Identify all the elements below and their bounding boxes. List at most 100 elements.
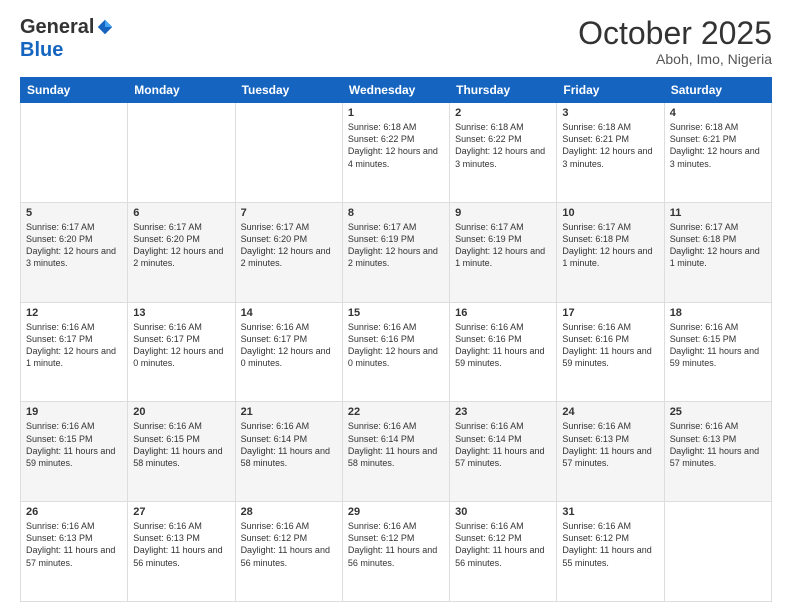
day-number: 7 xyxy=(241,207,337,219)
page: General Blue October 2025 Aboh, Imo, Nig… xyxy=(0,0,792,612)
logo-general: General xyxy=(20,16,94,39)
table-row: 31Sunrise: 6:16 AM Sunset: 6:12 PM Dayli… xyxy=(557,502,664,602)
table-row: 17 Sunrise: 6:16 AM Sunset: 6:16 PM Dayli… xyxy=(557,302,664,402)
day-number: 19 xyxy=(26,406,122,418)
day-number: 16 xyxy=(455,307,551,319)
day-number: 27 xyxy=(133,506,229,518)
table-row: 24 Sunrise: 6:16 AM Sunset: 6:13 PM Dayli… xyxy=(557,402,664,502)
day-info: Sunrise: 6:16 AM Sunset: 6:13 PM Dayligh… xyxy=(133,520,229,569)
day-number: 4 xyxy=(670,107,766,119)
table-row xyxy=(128,103,235,203)
day-info: Sunrise: 6:17 AM Sunset: 6:18 PM Dayligh… xyxy=(562,221,658,270)
day-info: Sunrise: 6:16 AM Sunset: 6:13 PM Dayligh… xyxy=(26,520,122,569)
table-row: 21Sunrise: 6:16 AM Sunset: 6:14 PM Dayli… xyxy=(235,402,342,502)
day-info: Sunrise: 6:17 AM Sunset: 6:18 PM Dayligh… xyxy=(670,221,766,270)
calendar-week-row: 26Sunrise: 6:16 AM Sunset: 6:13 PM Dayli… xyxy=(21,502,772,602)
day-info: Sunrise: 6:16 AM Sunset: 6:13 PM Dayligh… xyxy=(562,420,658,469)
day-number: 9 xyxy=(455,207,551,219)
col-wednesday: Wednesday xyxy=(342,78,449,103)
table-row: 1Sunrise: 6:18 AM Sunset: 6:22 PM Daylig… xyxy=(342,103,449,203)
day-number: 17 xyxy=(562,307,658,319)
day-info: Sunrise: 6:16 AM Sunset: 6:17 PM Dayligh… xyxy=(241,321,337,370)
col-saturday: Saturday xyxy=(664,78,771,103)
table-row xyxy=(21,103,128,203)
day-info: Sunrise: 6:16 AM Sunset: 6:15 PM Dayligh… xyxy=(26,420,122,469)
day-number: 23 xyxy=(455,406,551,418)
col-monday: Monday xyxy=(128,78,235,103)
calendar-table: Sunday Monday Tuesday Wednesday Thursday… xyxy=(20,77,772,602)
day-number: 8 xyxy=(348,207,444,219)
logo-blue-text: Blue xyxy=(20,39,63,61)
col-thursday: Thursday xyxy=(450,78,557,103)
day-number: 5 xyxy=(26,207,122,219)
day-info: Sunrise: 6:17 AM Sunset: 6:19 PM Dayligh… xyxy=(455,221,551,270)
location-subtitle: Aboh, Imo, Nigeria xyxy=(578,51,772,67)
day-number: 18 xyxy=(670,307,766,319)
day-info: Sunrise: 6:18 AM Sunset: 6:22 PM Dayligh… xyxy=(455,121,551,170)
table-row: 19 Sunrise: 6:16 AM Sunset: 6:15 PM Dayli… xyxy=(21,402,128,502)
table-row: 28 Sunrise: 6:16 AM Sunset: 6:12 PM Dayli… xyxy=(235,502,342,602)
day-number: 12 xyxy=(26,307,122,319)
day-info: Sunrise: 6:16 AM Sunset: 6:12 PM Dayligh… xyxy=(348,520,444,569)
day-info: Sunrise: 6:16 AM Sunset: 6:14 PM Dayligh… xyxy=(455,420,551,469)
day-info: Sunrise: 6:16 AM Sunset: 6:14 PM Dayligh… xyxy=(241,420,337,469)
day-info: Sunrise: 6:18 AM Sunset: 6:22 PM Dayligh… xyxy=(348,121,444,170)
day-info: Sunrise: 6:18 AM Sunset: 6:21 PM Dayligh… xyxy=(670,121,766,170)
day-info: Sunrise: 6:16 AM Sunset: 6:16 PM Dayligh… xyxy=(455,321,551,370)
month-title: October 2025 xyxy=(578,16,772,51)
day-info: Sunrise: 6:17 AM Sunset: 6:19 PM Dayligh… xyxy=(348,221,444,270)
day-info: Sunrise: 6:16 AM Sunset: 6:16 PM Dayligh… xyxy=(562,321,658,370)
table-row: 11 Sunrise: 6:17 AM Sunset: 6:18 PM Dayli… xyxy=(664,202,771,302)
table-row: 7 Sunrise: 6:17 AM Sunset: 6:20 PM Daylig… xyxy=(235,202,342,302)
day-info: Sunrise: 6:16 AM Sunset: 6:14 PM Dayligh… xyxy=(348,420,444,469)
day-number: 22 xyxy=(348,406,444,418)
day-info: Sunrise: 6:17 AM Sunset: 6:20 PM Dayligh… xyxy=(26,221,122,270)
table-row: 8 Sunrise: 6:17 AM Sunset: 6:19 PM Daylig… xyxy=(342,202,449,302)
calendar-week-row: 19 Sunrise: 6:16 AM Sunset: 6:15 PM Dayli… xyxy=(21,402,772,502)
day-info: Sunrise: 6:16 AM Sunset: 6:15 PM Dayligh… xyxy=(670,321,766,370)
day-number: 2 xyxy=(455,107,551,119)
table-row: 2 Sunrise: 6:18 AM Sunset: 6:22 PM Daylig… xyxy=(450,103,557,203)
day-number: 15 xyxy=(348,307,444,319)
day-number: 6 xyxy=(133,207,229,219)
table-row xyxy=(664,502,771,602)
day-info: Sunrise: 6:16 AM Sunset: 6:13 PM Dayligh… xyxy=(670,420,766,469)
day-number: 24 xyxy=(562,406,658,418)
day-number: 20 xyxy=(133,406,229,418)
table-row: 6 Sunrise: 6:17 AM Sunset: 6:20 PM Daylig… xyxy=(128,202,235,302)
day-info: Sunrise: 6:16 AM Sunset: 6:17 PM Dayligh… xyxy=(133,321,229,370)
day-info: Sunrise: 6:16 AM Sunset: 6:16 PM Dayligh… xyxy=(348,321,444,370)
calendar-header-row: Sunday Monday Tuesday Wednesday Thursday… xyxy=(21,78,772,103)
day-number: 28 xyxy=(241,506,337,518)
table-row: 18 Sunrise: 6:16 AM Sunset: 6:15 PM Dayli… xyxy=(664,302,771,402)
table-row: 23 Sunrise: 6:16 AM Sunset: 6:14 PM Dayli… xyxy=(450,402,557,502)
day-info: Sunrise: 6:18 AM Sunset: 6:21 PM Dayligh… xyxy=(562,121,658,170)
table-row: 27 Sunrise: 6:16 AM Sunset: 6:13 PM Dayli… xyxy=(128,502,235,602)
table-row: 12 Sunrise: 6:16 AM Sunset: 6:17 PM Dayli… xyxy=(21,302,128,402)
day-info: Sunrise: 6:16 AM Sunset: 6:17 PM Dayligh… xyxy=(26,321,122,370)
col-friday: Friday xyxy=(557,78,664,103)
table-row: 10Sunrise: 6:17 AM Sunset: 6:18 PM Dayli… xyxy=(557,202,664,302)
logo-icon xyxy=(96,18,114,36)
day-number: 31 xyxy=(562,506,658,518)
calendar-week-row: 12 Sunrise: 6:16 AM Sunset: 6:17 PM Dayli… xyxy=(21,302,772,402)
day-info: Sunrise: 6:16 AM Sunset: 6:12 PM Dayligh… xyxy=(455,520,551,569)
day-number: 29 xyxy=(348,506,444,518)
table-row: 29 Sunrise: 6:16 AM Sunset: 6:12 PM Dayli… xyxy=(342,502,449,602)
title-block: October 2025 Aboh, Imo, Nigeria xyxy=(578,16,772,67)
table-row: 9 Sunrise: 6:17 AM Sunset: 6:19 PM Daylig… xyxy=(450,202,557,302)
table-row: 22 Sunrise: 6:16 AM Sunset: 6:14 PM Dayli… xyxy=(342,402,449,502)
day-info: Sunrise: 6:17 AM Sunset: 6:20 PM Dayligh… xyxy=(133,221,229,270)
day-number: 11 xyxy=(670,207,766,219)
table-row: 3 Sunrise: 6:18 AM Sunset: 6:21 PM Daylig… xyxy=(557,103,664,203)
day-number: 13 xyxy=(133,307,229,319)
day-number: 3 xyxy=(562,107,658,119)
col-sunday: Sunday xyxy=(21,78,128,103)
table-row: 15 Sunrise: 6:16 AM Sunset: 6:16 PM Dayli… xyxy=(342,302,449,402)
day-info: Sunrise: 6:16 AM Sunset: 6:12 PM Dayligh… xyxy=(241,520,337,569)
table-row: 16 Sunrise: 6:16 AM Sunset: 6:16 PM Dayli… xyxy=(450,302,557,402)
table-row: 4 Sunrise: 6:18 AM Sunset: 6:21 PM Daylig… xyxy=(664,103,771,203)
day-info: Sunrise: 6:17 AM Sunset: 6:20 PM Dayligh… xyxy=(241,221,337,270)
day-number: 25 xyxy=(670,406,766,418)
table-row: 5 Sunrise: 6:17 AM Sunset: 6:20 PM Daylig… xyxy=(21,202,128,302)
